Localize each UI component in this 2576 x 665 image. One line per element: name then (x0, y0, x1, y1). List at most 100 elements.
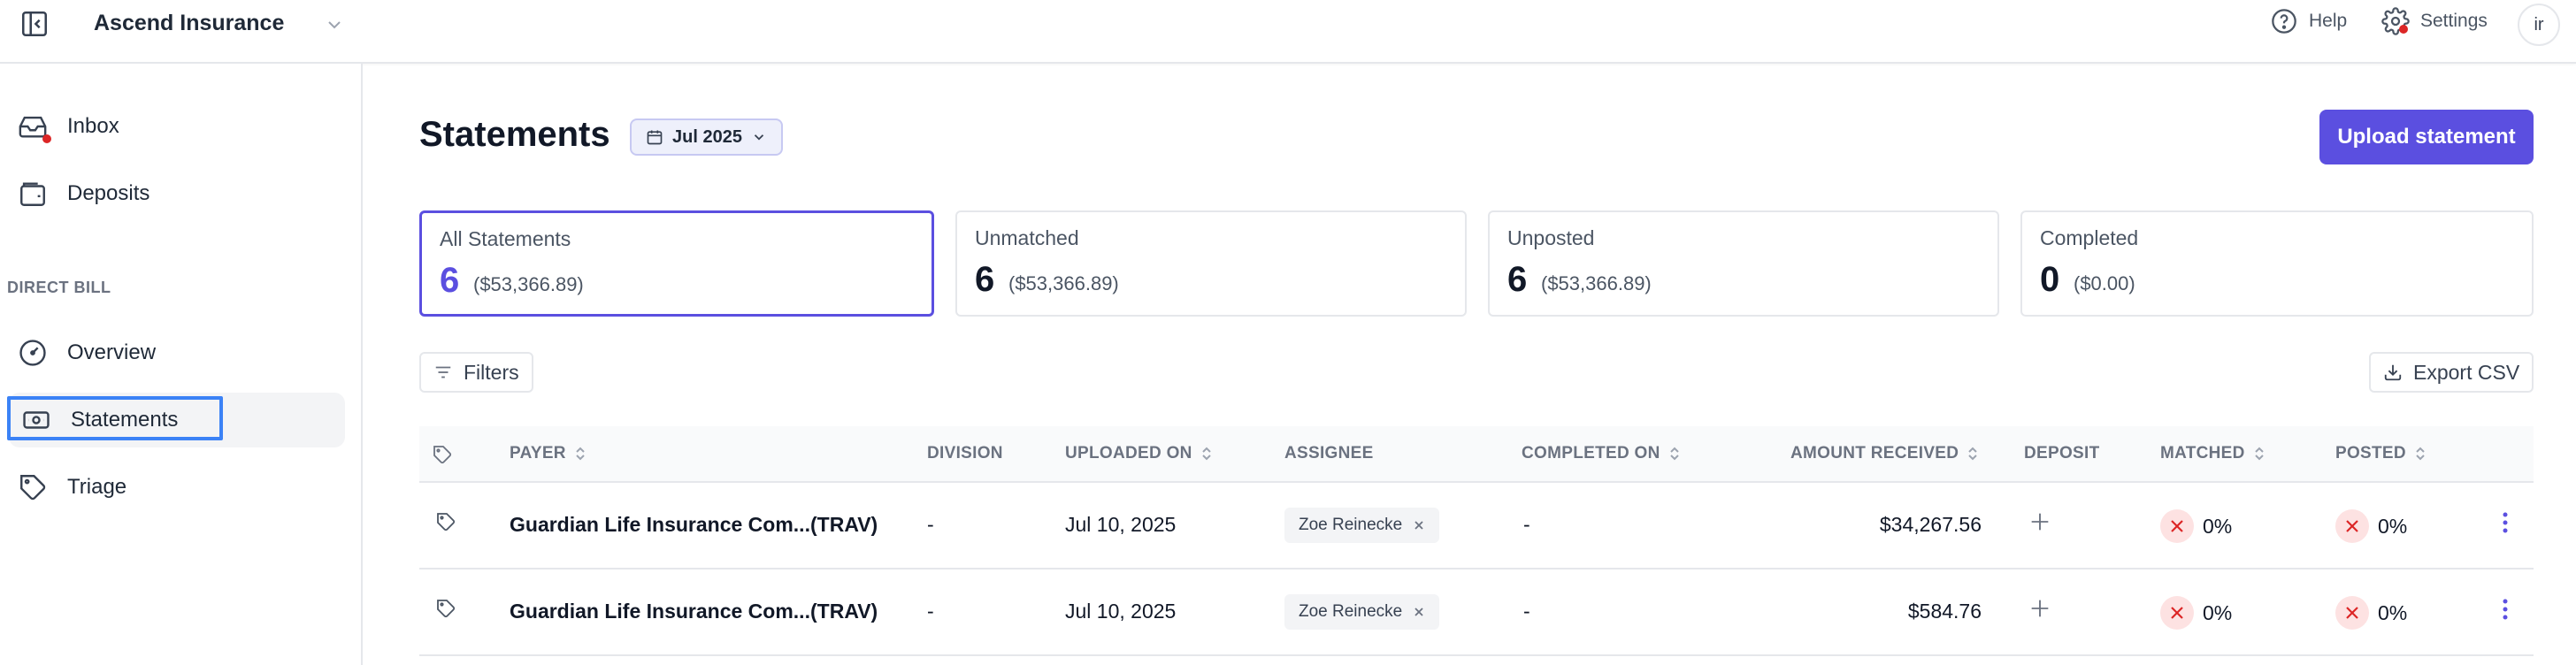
x-status-icon (2335, 596, 2369, 630)
page-title: Statements (419, 115, 610, 154)
filters-label: Filters (464, 360, 519, 384)
sidebar-item-inbox[interactable]: Inbox (18, 99, 345, 154)
sort-icon (1669, 447, 1679, 461)
avatar[interactable]: ir (2518, 4, 2560, 46)
chevron-down-icon (754, 134, 764, 141)
assignee-name: Zoe Reinecke (1299, 602, 1403, 621)
calendar-icon (647, 130, 663, 145)
uploaded-on-value: Jul 10, 2025 (1065, 513, 1177, 536)
chevron-down-icon[interactable] (324, 14, 345, 35)
column-header-label: DIVISION (927, 444, 1003, 462)
column-header-label: MATCHED (2160, 444, 2245, 462)
payer-code: (TRAV) (810, 513, 878, 536)
posted-value: 0% (2378, 515, 2408, 538)
export-csv-label: Export CSV (2413, 360, 2520, 384)
card-unposted[interactable]: Unposted 6 ($53,366.89) (1488, 210, 1999, 317)
column-header-completed-on[interactable]: COMPLETED ON (1522, 444, 1682, 463)
card-unmatched[interactable]: Unmatched 6 ($53,366.89) (955, 210, 1467, 317)
org-name[interactable]: Ascend Insurance (94, 11, 284, 36)
gauge-icon (18, 338, 48, 368)
column-header-posted[interactable]: POSTED (2335, 444, 2427, 463)
assignee-chip[interactable]: Zoe Reinecke (1284, 508, 1440, 543)
card-amount: ($53,366.89) (1541, 272, 1652, 294)
settings-label: Settings (2420, 11, 2488, 31)
column-header-label: PAYER (510, 444, 566, 462)
payer-name[interactable]: Guardian Life Insurance Com... (510, 513, 810, 537)
sort-icon (576, 447, 585, 461)
help-label: Help (2309, 11, 2348, 31)
card-amount: ($53,366.89) (473, 273, 584, 295)
sidebar: Inbox Deposits DIRECT BILL Overview Stat… (0, 64, 363, 665)
card-completed[interactable]: Completed 0 ($0.00) (2020, 210, 2534, 317)
column-header-label: DEPOSIT (2024, 444, 2100, 462)
main-content: Statements Jul 2025 Upload statement All… (364, 64, 2576, 665)
tag-icon (18, 472, 48, 502)
filter-lines-icon (435, 366, 451, 378)
date-filter-label: Jul 2025 (672, 126, 742, 147)
amount-received-value: $34,267.56 (1879, 513, 1982, 536)
payer-code: (TRAV) (810, 600, 878, 623)
card-label: All Statements (440, 227, 571, 250)
settings-button[interactable]: Settings (2381, 7, 2488, 35)
completed-on-value: - (1523, 600, 1530, 623)
sidebar-item-deposits[interactable]: Deposits (18, 166, 345, 221)
division-value: - (927, 600, 934, 623)
sort-icon (2254, 447, 2264, 461)
column-header-deposit: DEPOSIT (2024, 444, 2100, 463)
tag-icon[interactable] (435, 598, 456, 619)
card-count: 6 (975, 260, 995, 299)
sidebar-item-label: Inbox (67, 114, 119, 138)
column-header-label: UPLOADED ON (1065, 444, 1192, 462)
sidebar-section-direct-bill: DIRECT BILL (7, 279, 111, 296)
plus-icon[interactable] (2028, 509, 2052, 534)
more-vertical-icon[interactable] (2502, 596, 2509, 623)
card-all-statements[interactable]: All Statements 6 ($53,366.89) (419, 210, 934, 317)
posted-value: 0% (2378, 601, 2408, 624)
date-filter-button[interactable]: Jul 2025 (630, 118, 783, 156)
upload-statement-button[interactable]: Upload statement (2319, 110, 2534, 164)
card-count: 6 (1507, 260, 1528, 299)
close-icon[interactable] (1413, 519, 1425, 531)
sidebar-item-label: Deposits (67, 181, 150, 205)
inbox-icon (18, 111, 51, 143)
assignee-chip[interactable]: Zoe Reinecke (1284, 594, 1440, 630)
payer-name[interactable]: Guardian Life Insurance Com... (510, 600, 810, 623)
amount-received-value: $584.76 (1907, 600, 1982, 623)
assignee-name: Zoe Reinecke (1299, 516, 1403, 534)
column-header-uploaded-on[interactable]: UPLOADED ON (1065, 444, 1214, 463)
card-label: Unmatched (975, 226, 1079, 249)
tag-icon (433, 446, 452, 464)
column-header-label: AMOUNT RECEIVED (1790, 444, 1959, 462)
column-header-label: ASSIGNEE (1284, 444, 1374, 462)
sidebar-item-overview[interactable]: Overview (18, 325, 345, 380)
column-header-division: DIVISION (927, 444, 1003, 463)
inbox-notification-dot (42, 134, 51, 143)
card-label: Unposted (1507, 226, 1595, 249)
column-header-assignee: ASSIGNEE (1284, 444, 1374, 463)
sort-icon (1201, 447, 1211, 461)
download-icon (2384, 364, 2402, 381)
top-bar: Ascend Insurance Help Settings ir (0, 0, 2576, 64)
more-vertical-icon[interactable] (2502, 509, 2509, 536)
matched-value: 0% (2203, 515, 2233, 538)
sidebar-item-triage[interactable]: Triage (18, 460, 345, 515)
column-header-label: POSTED (2335, 444, 2406, 462)
column-header-amount-received[interactable]: AMOUNT RECEIVED (1790, 444, 1980, 463)
export-csv-button[interactable]: Export CSV (2369, 352, 2534, 393)
table-row[interactable]: Guardian Life Insurance Com... (TRAV) - … (419, 483, 2534, 569)
sort-icon (2416, 447, 2425, 461)
card-count: 0 (2040, 260, 2060, 299)
sidebar-collapse-icon[interactable] (19, 9, 50, 39)
table-row[interactable]: Guardian Life Insurance Com... (TRAV) - … (419, 569, 2534, 656)
card-count: 6 (440, 261, 460, 300)
column-header-matched[interactable]: MATCHED (2160, 444, 2266, 463)
close-icon[interactable] (1413, 606, 1425, 618)
tag-icon[interactable] (435, 511, 456, 532)
help-button[interactable]: Help (2270, 7, 2347, 35)
sort-icon (1968, 447, 1978, 461)
filters-button[interactable]: Filters (419, 352, 533, 393)
matched-value: 0% (2203, 601, 2233, 624)
column-header-payer[interactable]: PAYER (510, 444, 587, 463)
settings-notification-dot (2399, 25, 2408, 34)
plus-icon[interactable] (2028, 596, 2052, 621)
